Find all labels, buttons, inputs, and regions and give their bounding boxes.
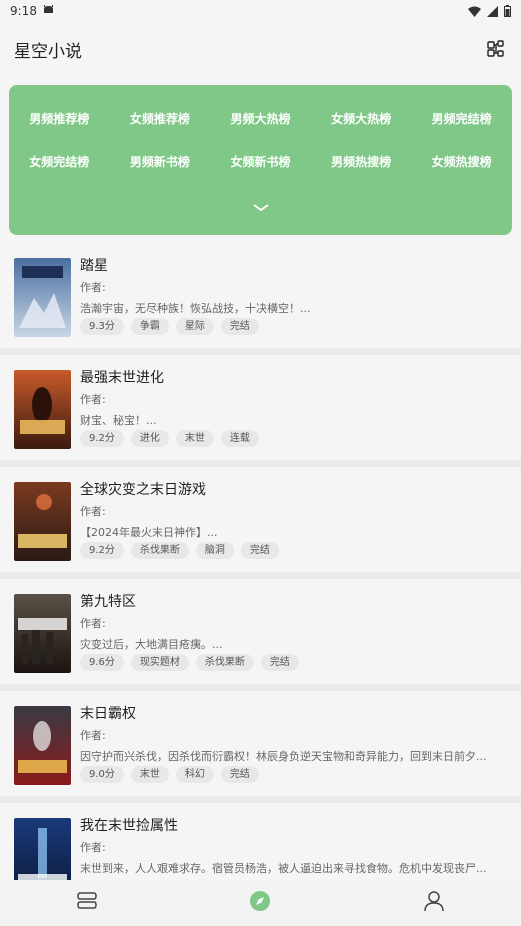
rank-female-hot[interactable]: 女频大热榜 <box>311 110 412 129</box>
status-tag: 完结 <box>220 766 259 783</box>
book-title: 第九特区 <box>80 594 136 610</box>
nav-profile[interactable] <box>404 880 464 926</box>
status-tag: 完结 <box>220 318 259 335</box>
book-author: 作者: <box>80 281 106 294</box>
book-author: 作者: <box>80 617 106 630</box>
status-time: 9:18 <box>10 4 37 18</box>
rank-female-new[interactable]: 女频新书榜 <box>210 153 311 172</box>
book-author: 作者: <box>80 505 106 518</box>
category-icon[interactable] <box>485 38 507 60</box>
rank-male-recommend[interactable]: 男频推荐榜 <box>9 110 110 129</box>
rank-female-finished[interactable]: 女频完结榜 <box>9 153 110 172</box>
battery-icon <box>504 5 511 17</box>
chevron-down-icon[interactable] <box>251 201 271 215</box>
score-tag: 9.6分 <box>80 654 124 671</box>
status-tag: 完结 <box>240 542 279 559</box>
score-tag: 9.2分 <box>80 430 124 447</box>
rank-male-hot[interactable]: 男频大热榜 <box>210 110 311 129</box>
genre-tag: 末世 <box>130 766 169 783</box>
nav-discover[interactable] <box>230 880 290 926</box>
book-item[interactable]: 最强末世进化 作者: 财宝、秘宝！... 9.2分 进化 末世 连载 <box>0 355 521 467</box>
book-item[interactable]: 全球灾变之末日游戏 作者: 【2024年最火末日神作】... 9.2分 杀伐果断… <box>0 467 521 579</box>
book-title: 踏星 <box>80 258 108 274</box>
rank-female-recommend[interactable]: 女频推荐榜 <box>110 110 211 129</box>
score-tag: 9.0分 <box>80 766 124 783</box>
book-list: 踏星 作者: 浩瀚宇宙，无尽种族！恢弘战技，十决横空！... 9.3分 争霸 星… <box>0 243 521 915</box>
android-icon <box>43 4 54 18</box>
signal-icon <box>487 5 498 17</box>
book-item[interactable]: 末日霸权 作者: 因守护而兴杀伐，因杀伐而衍霸权！林辰身负逆天宝物和奇异能力，回… <box>0 691 521 803</box>
genre-tag: 科幻 <box>175 766 214 783</box>
status-tag: 完结 <box>260 654 299 671</box>
status-tag: 连载 <box>220 430 259 447</box>
book-cover[interactable] <box>14 370 71 449</box>
genre-tag: 进化 <box>130 430 169 447</box>
book-title: 最强末世进化 <box>80 370 164 386</box>
book-intro: 财宝、秘宝！... <box>80 414 157 427</box>
book-tags: 9.6分 现实题材 杀伐果断 完结 <box>80 654 299 671</box>
genre-tag: 末世 <box>175 430 214 447</box>
status-bar: 9:18 <box>0 0 521 22</box>
book-intro: 【2024年最火末日神作】... <box>80 526 218 539</box>
score-tag: 9.2分 <box>80 542 124 559</box>
genre-tag: 现实题材 <box>130 654 189 671</box>
book-title: 我在末世捡属性 <box>80 818 178 834</box>
ranking-panel: 男频推荐榜 女频推荐榜 男频大热榜 女频大热榜 男频完结榜 女频完结榜 男频新书… <box>9 85 512 235</box>
score-tag: 9.3分 <box>80 318 124 335</box>
genre-tag: 杀伐果断 <box>130 542 189 559</box>
book-title: 全球灾变之末日游戏 <box>80 482 206 498</box>
book-intro: 末世到来，人人艰难求存。宿管员杨浩，被人逼迫出来寻找食物。危机中发现丧尸... <box>80 862 487 875</box>
book-tags: 9.0分 末世 科幻 完结 <box>80 766 259 783</box>
book-cover[interactable] <box>14 706 71 785</box>
wifi-icon <box>468 6 481 17</box>
nav-bookshelf[interactable] <box>57 880 117 926</box>
bookshelf-icon <box>76 891 98 915</box>
book-item[interactable]: 踏星 作者: 浩瀚宇宙，无尽种族！恢弘战技，十决横空！... 9.3分 争霸 星… <box>0 243 521 355</box>
rank-male-new[interactable]: 男频新书榜 <box>110 153 211 172</box>
book-author: 作者: <box>80 841 106 854</box>
app-title: 星空小说 <box>14 41 82 62</box>
genre-tag: 星际 <box>175 318 214 335</box>
rank-male-search[interactable]: 男频热搜榜 <box>311 153 412 172</box>
discover-icon <box>249 890 271 916</box>
book-tags: 9.2分 杀伐果断 脑洞 完结 <box>80 542 279 559</box>
rank-female-search[interactable]: 女频热搜榜 <box>411 153 512 172</box>
book-author: 作者: <box>80 729 106 742</box>
ranking-grid: 男频推荐榜 女频推荐榜 男频大热榜 女频大热榜 男频完结榜 女频完结榜 男频新书… <box>9 110 512 172</box>
bottom-nav <box>0 880 521 926</box>
genre-tag: 争霸 <box>130 318 169 335</box>
status-right <box>468 5 511 17</box>
book-cover[interactable] <box>14 258 71 337</box>
book-intro: 因守护而兴杀伐，因杀伐而衍霸权！林辰身负逆天宝物和奇异能力，回到末日前夕... <box>80 750 487 763</box>
book-author: 作者: <box>80 393 106 406</box>
book-intro: 灾变过后，大地满目疮痍。... <box>80 638 223 651</box>
book-cover[interactable] <box>14 482 71 561</box>
genre-tag: 脑洞 <box>195 542 234 559</box>
genre-tag: 杀伐果断 <box>195 654 254 671</box>
book-cover[interactable] <box>14 594 71 673</box>
profile-icon <box>424 890 444 916</box>
app-header: 星空小说 <box>0 22 521 76</box>
status-left: 9:18 <box>10 4 54 18</box>
book-title: 末日霸权 <box>80 706 136 722</box>
book-intro: 浩瀚宇宙，无尽种族！恢弘战技，十决横空！... <box>80 302 311 315</box>
book-tags: 9.3分 争霸 星际 完结 <box>80 318 259 335</box>
rank-male-finished[interactable]: 男频完结榜 <box>411 110 512 129</box>
book-tags: 9.2分 进化 末世 连载 <box>80 430 259 447</box>
book-item[interactable]: 第九特区 作者: 灾变过后，大地满目疮痍。... 9.6分 现实题材 杀伐果断 … <box>0 579 521 691</box>
